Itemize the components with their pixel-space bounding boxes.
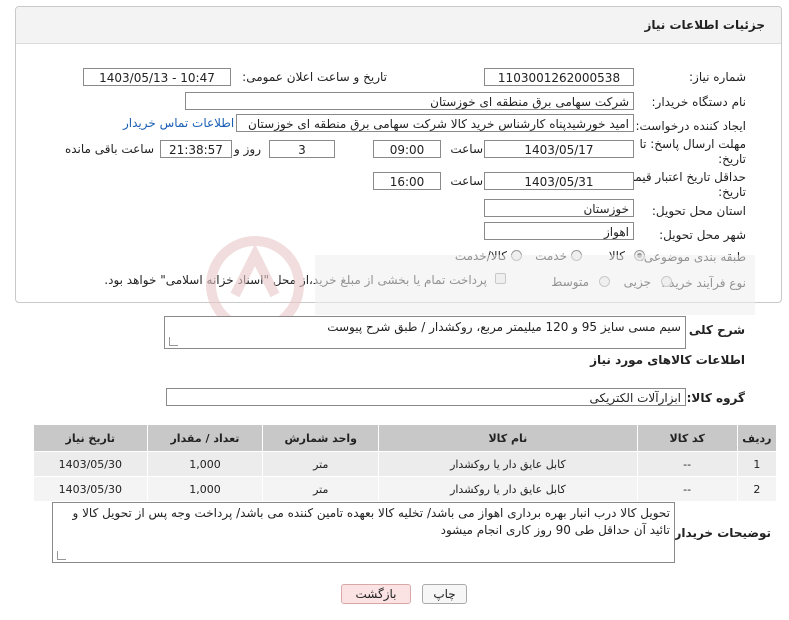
goods-group-label: گروه کالا: <box>686 391 745 405</box>
validity-time-field[interactable]: 16:00 <box>373 172 441 190</box>
buyer-org-label: نام دستگاه خریدار: <box>651 95 747 109</box>
process-radio-minor[interactable] <box>661 276 672 287</box>
buyer-notes-label: توضیحات خریدار: <box>669 526 771 540</box>
resize-handle-icon[interactable] <box>57 551 66 560</box>
table-row: 1 -- کابل عایق دار یا روکشدار متر 1,000 … <box>33 451 778 477</box>
resize-handle-icon[interactable] <box>169 337 178 346</box>
back-button[interactable]: بازگشت <box>341 584 411 604</box>
description-text: سیم مسی سایز 95 و 120 میلیمتر مربع، روکش… <box>327 320 681 334</box>
process-option-medium: متوسط <box>551 275 589 289</box>
col-item-code: کد کالا <box>636 424 738 452</box>
print-button[interactable]: چاپ <box>422 584 467 604</box>
province-label: استان محل تحویل: <box>651 204 746 218</box>
panel-header: جزئیات اطلاعات نیاز <box>16 7 781 44</box>
cell-row-number: 2 <box>736 476 778 502</box>
deadline-date-field[interactable]: 1403/05/17 <box>484 140 634 158</box>
announce-label: تاریخ و ساعت اعلان عمومی: <box>242 70 387 84</box>
category-radio-service[interactable] <box>571 250 582 261</box>
cell-item-code: -- <box>636 451 738 477</box>
cell-need-date: 1403/05/30 <box>33 476 148 502</box>
col-unit: واحد شمارش <box>262 424 380 452</box>
cell-item-name: کابل عایق دار یا روکشدار <box>378 451 638 477</box>
goods-table-header: ردیف کد کالا نام کالا واحد شمارش تعداد /… <box>33 424 778 452</box>
treasury-payment-checkbox[interactable] <box>495 273 506 284</box>
need-number-label: شماره نیاز: <box>689 70 746 84</box>
buyer-org-field[interactable]: شرکت سهامی برق منطقه ای خوزستان <box>185 92 634 110</box>
days-label: روز و <box>234 142 261 156</box>
cell-quantity: 1,000 <box>146 451 264 477</box>
cell-item-code: -- <box>636 476 738 502</box>
deadline-label: مهلت ارسال پاسخ: تا <box>639 137 746 151</box>
description-textarea[interactable]: سیم مسی سایز 95 و 120 میلیمتر مربع، روکش… <box>164 316 686 349</box>
city-label: شهر محل تحویل: <box>659 228 746 242</box>
deadline-time-label: ساعت <box>450 142 483 156</box>
cell-need-date: 1403/05/30 <box>33 451 148 477</box>
category-label: طبقه بندی موضوعی: <box>639 250 746 264</box>
cell-unit: متر <box>262 451 380 477</box>
announce-field[interactable]: 1403/05/13 - 10:47 <box>83 68 231 86</box>
goods-section-title: اطلاعات کالاهای مورد نیاز <box>590 353 745 367</box>
panel-title: جزئیات اطلاعات نیاز <box>644 18 765 32</box>
validity-time-label: ساعت <box>450 174 483 188</box>
process-option-minor: جزیی <box>623 275 651 289</box>
buyer-notes-textarea[interactable]: تحویل کالا درب انبار بهره برداری اهواز م… <box>52 502 675 563</box>
category-option-goods-service: کالا/خدمت <box>454 249 507 263</box>
category-option-service: خدمت <box>535 249 567 263</box>
col-need-date: تاریخ نیاز <box>33 424 148 452</box>
remaining-label: ساعت باقی مانده <box>64 142 154 156</box>
category-radio-goods[interactable] <box>634 250 645 261</box>
col-quantity: تعداد / مقدار <box>146 424 264 452</box>
goods-table: ردیف کد کالا نام کالا واحد شمارش تعداد /… <box>33 424 778 502</box>
days-field[interactable]: 3 <box>269 140 335 158</box>
category-radio-goods-service[interactable] <box>511 250 522 261</box>
table-row: 2 -- کابل عایق دار یا روکشدار متر 1,000 … <box>33 476 778 502</box>
process-radio-medium[interactable] <box>599 276 610 287</box>
validity-date-field[interactable]: 1403/05/31 <box>484 172 634 190</box>
buyer-notes-text: تحویل کالا درب انبار بهره برداری اهواز م… <box>72 506 670 537</box>
cell-unit: متر <box>262 476 380 502</box>
city-field[interactable]: اهواز <box>484 222 634 240</box>
col-row-number: ردیف <box>736 424 778 452</box>
buyer-contact-link[interactable]: اطلاعات تماس خریدار <box>123 116 234 130</box>
cell-item-name: کابل عایق دار یا روکشدار <box>378 476 638 502</box>
creator-label: ایجاد کننده درخواست: <box>635 119 746 133</box>
province-field[interactable]: خوزستان <box>484 199 634 217</box>
deadline-date-label: تاریخ: <box>718 152 746 166</box>
col-item-name: نام کالا <box>378 424 638 452</box>
treasury-payment-note: پرداخت تمام یا بخشی از مبلغ خرید،از محل … <box>104 273 487 287</box>
need-number-field[interactable]: 1103001262000538 <box>484 68 634 86</box>
creator-field[interactable]: امید خورشیدپناه کارشناس خرید کالا شرکت س… <box>236 114 634 132</box>
category-option-goods: کالا <box>608 249 625 263</box>
deadline-time-field[interactable]: 09:00 <box>373 140 441 158</box>
process-label: نوع فرآیند خرید : <box>661 276 746 290</box>
goods-group-field[interactable]: ابزارآلات الکتریکی <box>166 388 686 406</box>
cell-row-number: 1 <box>736 451 778 477</box>
cell-quantity: 1,000 <box>146 476 264 502</box>
validity-date-label: تاریخ: <box>718 185 746 199</box>
remaining-time-field[interactable]: 21:38:57 <box>160 140 232 158</box>
